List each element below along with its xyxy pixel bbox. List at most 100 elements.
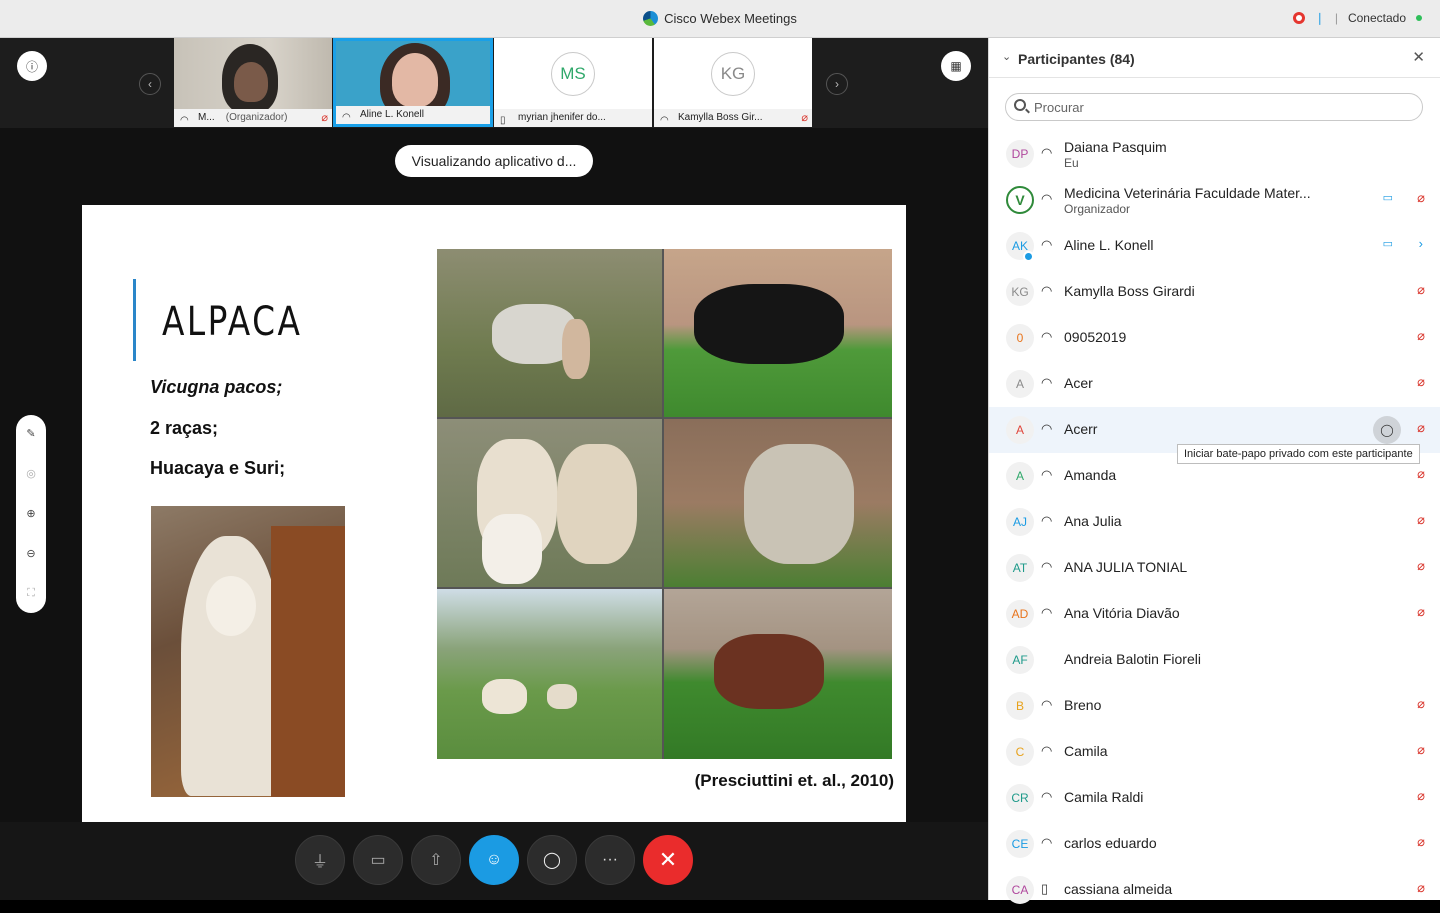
info-button[interactable]: ⓘ	[17, 51, 47, 81]
participant-row[interactable]: AF Andreia Balotin Fioreli	[989, 637, 1440, 683]
avatar: A	[1006, 462, 1034, 490]
chat-button[interactable]: ◯	[527, 835, 577, 885]
annotate-pen-icon[interactable]: ✎	[16, 427, 46, 440]
slide-line-species: Vicugna pacos;	[150, 377, 283, 397]
video-tile-avatar[interactable]: MS ▯ myrian jhenifer do...	[494, 38, 652, 127]
participant-face	[234, 62, 268, 102]
participant-name: Amanda	[1064, 467, 1117, 483]
info-icon: ⓘ	[25, 59, 38, 74]
avatar: CE	[1006, 830, 1034, 858]
participant-row[interactable]: C ◠ Camila ⌀	[989, 729, 1440, 775]
muted-microphone-icon[interactable]: ⌀	[1417, 880, 1425, 896]
participant-row[interactable]: CA ▯ cassiana almeida ⌀	[989, 867, 1440, 913]
video-tile-avatar[interactable]: KG ◠ Kamylla Boss Gir... ⌀	[654, 38, 812, 127]
muted-microphone-icon[interactable]: ⌀	[1417, 190, 1425, 206]
alpaca-shape	[714, 634, 824, 709]
participant-row[interactable]: DP ◠ Daiana Pasquim Eu	[989, 131, 1440, 177]
alpaca-face	[206, 576, 256, 636]
headset-icon: ◠	[1041, 375, 1053, 390]
participant-row[interactable]: KG ◠ Kamylla Boss Girardi ⌀	[989, 269, 1440, 315]
chevron-right-icon[interactable]: ›	[1419, 236, 1423, 251]
viewing-application-pill[interactable]: Visualizando aplicativo d...	[395, 145, 593, 177]
muted-microphone-icon[interactable]: ⌀	[1417, 742, 1425, 758]
muted-microphone-icon[interactable]: ⌀	[1417, 374, 1425, 390]
muted-microphone-icon[interactable]: ⌀	[1417, 834, 1425, 850]
muted-microphone-icon[interactable]: ⌀	[1417, 328, 1425, 344]
alpaca-shape	[562, 319, 590, 379]
participant-row[interactable]: V ◠ Medicina Veterinária Faculdade Mater..…	[989, 177, 1440, 223]
headset-icon: ◠	[1041, 605, 1053, 620]
participant-row[interactable]: AT ◠ ANA JULIA TONIAL ⌀	[989, 545, 1440, 591]
participant-role: Organizador	[1064, 202, 1131, 216]
tile-label: ▯ myrian jhenifer do...	[494, 109, 652, 127]
participant-row[interactable]: CR ◠ Camila Raldi ⌀	[989, 775, 1440, 821]
headset-icon: ◠	[1041, 835, 1053, 850]
participant-name: cassiana almeida	[1064, 881, 1173, 897]
webex-logo-icon	[643, 11, 659, 26]
organizer-logo-avatar: V	[1006, 186, 1034, 214]
headset-icon: ◠	[1041, 145, 1053, 160]
share-button[interactable]: ⇧	[411, 835, 461, 885]
zoom-out-icon[interactable]: ⊖	[16, 547, 46, 560]
alpaca-shape	[557, 444, 637, 564]
filmstrip-next-button[interactable]: ›	[826, 73, 848, 95]
muted-microphone-icon[interactable]: ⌀	[1417, 696, 1425, 712]
video-tile-active-speaker[interactable]: ◠ Aline L. Konell	[333, 38, 493, 127]
participant-row[interactable]: B ◠ Breno ⌀	[989, 683, 1440, 729]
tile-label: ◠ Kamylla Boss Gir... ⌀	[654, 109, 812, 127]
muted-microphone-icon[interactable]: ⌀	[1417, 788, 1425, 804]
participants-icon: ☺	[485, 851, 503, 868]
panel-title: Participantes (84)	[1018, 51, 1135, 67]
title-accent-bar	[133, 279, 136, 361]
avatar-initials: KG	[720, 64, 746, 83]
participant-row[interactable]: AJ ◠ Ana Julia ⌀	[989, 499, 1440, 545]
filmstrip-prev-button[interactable]: ‹	[139, 73, 161, 95]
muted-microphone-icon[interactable]: ⌀	[1417, 604, 1425, 620]
grid-photo-group	[437, 419, 662, 587]
more-options-button[interactable]: ···	[585, 835, 635, 885]
share-icon: ⇧	[429, 852, 443, 869]
participant-search[interactable]	[1005, 93, 1423, 121]
mute-button[interactable]: ⏚	[295, 835, 345, 885]
private-chat-button[interactable]: ◯	[1373, 416, 1401, 444]
muted-microphone-icon[interactable]: ⌀	[1417, 420, 1425, 436]
participant-row[interactable]: AD ◠ Ana Vitória Diavão ⌀	[989, 591, 1440, 637]
participant-row[interactable]: A ◠ Acer ⌀	[989, 361, 1440, 407]
panel-header: ⌄ Participantes (84) ✕	[989, 38, 1440, 78]
close-panel-icon[interactable]: ✕	[1412, 48, 1425, 66]
fit-to-window-icon[interactable]: ⛶	[16, 587, 46, 600]
slide-line-breed-names: Huacaya e Suri;	[150, 458, 286, 478]
tile-name: myrian jhenifer do...	[518, 112, 606, 123]
participant-name: Aline L. Konell	[1064, 237, 1154, 253]
chevron-down-icon[interactable]: ⌄	[1002, 50, 1011, 63]
tile-label: ◠ Aline L. Konell	[336, 106, 490, 124]
chat-icon: ◯	[543, 852, 561, 869]
search-icon	[1014, 99, 1026, 111]
video-button[interactable]: ▭	[353, 835, 403, 885]
layout-button[interactable]: ▦	[941, 51, 971, 81]
avatar: AJ	[1006, 508, 1034, 536]
participant-name: Acer	[1064, 375, 1093, 391]
muted-microphone-icon[interactable]: ⌀	[1417, 282, 1425, 298]
chevron-left-icon: ‹	[148, 77, 152, 91]
record-icon[interactable]	[1292, 12, 1305, 24]
headset-icon: ◠	[1041, 789, 1053, 804]
grid-photo-black-alpaca	[664, 249, 892, 417]
muted-microphone-icon[interactable]: ⌀	[1417, 512, 1425, 528]
remote-control-icon[interactable]: ◎	[16, 467, 46, 480]
search-input[interactable]	[1034, 98, 1404, 116]
slide-title: ALPACA	[162, 299, 303, 345]
video-tile-organizer[interactable]: ◠ M... (Organizador) ⌀	[174, 38, 332, 127]
tile-name: Aline L. Konell	[360, 109, 424, 120]
headset-icon: ◠	[1041, 697, 1053, 712]
leave-meeting-button[interactable]: ✕	[643, 835, 693, 885]
muted-microphone-icon[interactable]: ⌀	[1417, 466, 1425, 482]
muted-microphone-icon[interactable]: ⌀	[1417, 558, 1425, 574]
participant-row[interactable]: AK ◠ Aline L. Konell ▭ ›	[989, 223, 1440, 269]
participants-button[interactable]: ☺	[469, 835, 519, 885]
zoom-in-icon[interactable]: ⊕	[16, 507, 46, 520]
participant-row[interactable]: 0 ◠ 09052019 ⌀	[989, 315, 1440, 361]
slide-line-breeds: 2 raças;	[150, 418, 219, 438]
participant-name: Kamylla Boss Girardi	[1064, 283, 1195, 299]
participant-row[interactable]: CE ◠ carlos eduardo ⌀	[989, 821, 1440, 867]
